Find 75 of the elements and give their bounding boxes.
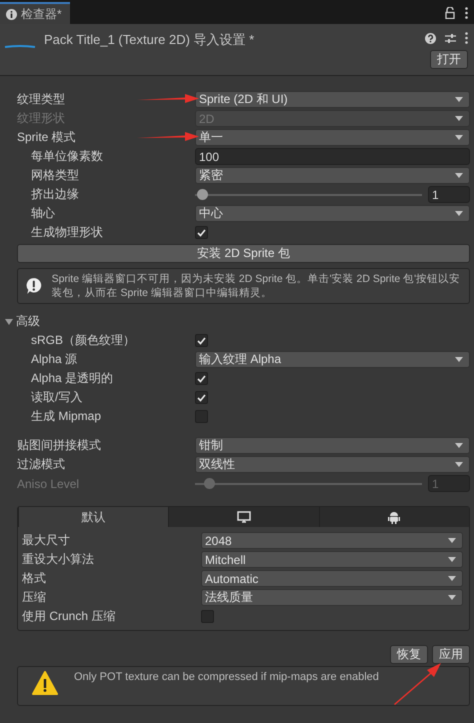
dropdown[interactable]: 输入纹理 Alpha <box>195 351 470 368</box>
field-label: sRGB（颜色纹理） <box>31 332 136 349</box>
install-button[interactable]: 安装 2D Sprite 包 <box>17 244 470 263</box>
dropdown-arrow-icon <box>448 576 456 581</box>
checkbox[interactable] <box>195 391 208 404</box>
dropdown[interactable]: 2048 <box>201 532 463 549</box>
field-label: 贴图间拼接模式 <box>17 437 101 454</box>
field-label: 纹理形状 <box>17 110 65 127</box>
dropdown-arrow-icon <box>455 357 463 362</box>
foldout-arrow-icon[interactable] <box>5 318 13 326</box>
more-icon[interactable] <box>465 7 468 19</box>
field-label: Aniso Level <box>17 476 80 490</box>
checkbox[interactable] <box>195 410 208 423</box>
field-label: 使用 Crunch 压缩 <box>22 608 116 625</box>
open-button[interactable]: 打开 <box>430 50 468 69</box>
dropdown[interactable]: 法线质量 <box>201 589 463 606</box>
inspector-tab[interactable]: 检查器* <box>0 2 70 24</box>
dropdown-arrow-icon <box>455 443 463 448</box>
asset-title: Pack Title_1 (Texture 2D) 导入设置 * <box>44 31 256 49</box>
field-label: 轴心 <box>31 205 55 222</box>
dropdown[interactable]: 紧密 <box>195 167 470 184</box>
dropdown-arrow-icon <box>448 538 456 543</box>
dropdown-arrow-icon <box>455 97 463 102</box>
dropdown-arrow-icon <box>455 173 463 178</box>
lock-icon[interactable] <box>445 7 455 19</box>
dropdown-arrow-icon <box>448 595 456 600</box>
checkbox[interactable] <box>195 372 208 385</box>
dropdown[interactable]: 钳制 <box>195 437 470 454</box>
checkbox[interactable] <box>201 610 214 623</box>
input-field[interactable]: 1 <box>428 186 470 203</box>
field-label: Alpha 是透明的 <box>31 370 114 387</box>
dropdown[interactable]: Sprite (2D 和 UI) <box>195 91 470 108</box>
dropdown[interactable]: Mitchell <box>201 551 463 568</box>
field-label: 过滤模式 <box>17 456 65 473</box>
texture-preview-icon <box>4 44 36 48</box>
slider-thumb[interactable] <box>196 189 208 200</box>
dropdown-arrow-icon <box>455 135 463 140</box>
checkbox[interactable] <box>195 334 208 347</box>
field-label: 生成物理形状 <box>31 224 103 241</box>
action-button[interactable]: 恢复 <box>390 645 428 664</box>
field-label: 纹理类型 <box>17 91 65 108</box>
platform-tab[interactable] <box>318 507 469 527</box>
dropdown-arrow-icon <box>448 557 456 562</box>
warning-text: Only POT texture can be compressed if mip-maps are enabled <box>74 671 379 683</box>
field-label: Alpha 源 <box>31 351 78 368</box>
field-label: 读取/写入 <box>31 389 82 406</box>
info-icon <box>6 8 17 20</box>
dropdown[interactable]: 双线性 <box>195 456 470 473</box>
dropdown[interactable]: 中心 <box>195 205 470 222</box>
dropdown-arrow-icon <box>455 462 463 467</box>
help-icon[interactable] <box>425 32 436 44</box>
section-header[interactable]: 高级 <box>16 313 40 330</box>
settings-sliders-icon[interactable] <box>445 32 456 44</box>
checkbox[interactable] <box>195 226 208 239</box>
warning-icon <box>32 671 58 695</box>
field-label: 重设大小算法 <box>22 551 94 568</box>
field-label: 生成 Mipmap <box>31 408 102 425</box>
dropdown-arrow-icon <box>455 116 463 121</box>
action-button[interactable]: 应用 <box>432 645 470 664</box>
field-label: 压缩 <box>22 589 46 606</box>
input-field[interactable]: 100 <box>195 148 470 165</box>
android-robot-icon <box>388 510 400 524</box>
field-label: Sprite 模式 <box>17 129 76 146</box>
dropdown-arrow-icon <box>455 211 463 216</box>
help-text: Sprite 编辑器窗口不可用，因为未安装 2D Sprite 包。单击'安装 2D Sprite 包'按钮以安装包，从而在 Sprite 编辑器窗口中编辑精灵。 <box>52 272 461 300</box>
monitor-icon <box>236 511 251 523</box>
field-label: 挤出边缘 <box>31 186 79 203</box>
field-label: 格式 <box>22 570 46 587</box>
field-label: 最大尺寸 <box>22 532 70 549</box>
tab-label: 检查器* <box>21 6 62 22</box>
dropdown[interactable]: Automatic <box>201 570 463 587</box>
field-label: 网格类型 <box>31 167 79 184</box>
dropdown[interactable]: 单一 <box>195 129 470 146</box>
more-icon[interactable] <box>465 32 468 44</box>
field-label: 每单位像素数 <box>31 148 103 165</box>
